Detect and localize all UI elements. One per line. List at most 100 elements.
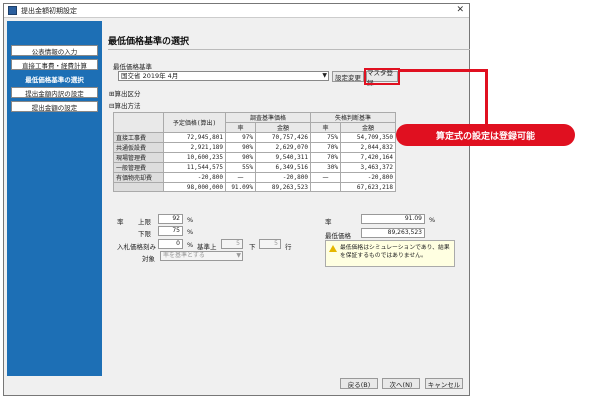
dialog-window: 提出金額初期設定 ✕ 公表情報の入力 直接工事費・経費計算 最低価格基準の選択 …	[3, 3, 470, 396]
row-name: 現場管理費	[113, 152, 164, 163]
total-loss-amount: 67,623,218	[340, 182, 396, 192]
total-loss-rate	[310, 182, 341, 192]
table-header-blank	[113, 112, 164, 133]
main-panel: 最低価格基準の選択 最低価格基準 国交省 2019年 4月 ▼ 設定変更 マスタ…	[105, 21, 470, 389]
cell-survey-amount: 9,540,311	[255, 152, 311, 163]
cell-survey-rate: 一	[225, 172, 256, 183]
sidebar-item-breakdown[interactable]: 提出金額内訳の設定	[11, 87, 98, 98]
lower-input[interactable]: 75	[158, 226, 183, 236]
rate-label: 率	[117, 218, 124, 226]
page-title: 最低価格基準の選択	[108, 37, 190, 47]
base-up-label: 基準上	[197, 243, 217, 251]
cell-survey-rate[interactable]: 90%	[225, 152, 256, 163]
upper-label: 上限	[138, 218, 151, 226]
base-down-input[interactable]: 5	[259, 239, 281, 249]
table-row: 一般管理費 11,544,575 55% 6,349,516 30% 3,463…	[113, 162, 396, 173]
table-header-amount: 金額	[340, 122, 396, 133]
total-survey-amount: 89,263,523	[255, 182, 311, 192]
bid-step-input[interactable]: 0	[158, 239, 183, 249]
bid-step-percent: %	[187, 241, 194, 249]
cell-survey-amount: 70,757,426	[255, 132, 311, 143]
lower-label: 下限	[138, 230, 151, 238]
cell-loss-rate[interactable]: 30%	[310, 162, 341, 173]
warning-box: 最低価格はシミュレーションであり、結果を保証するものではありません。	[325, 240, 455, 267]
table-total-row: 98,000,000 91.09% 89,263,523 67,623,218	[113, 182, 396, 192]
cell-survey-rate[interactable]: 97%	[225, 132, 256, 143]
cell-planned: 11,544,575	[163, 162, 226, 173]
table-header-planned: 予定価格(算出)	[163, 112, 226, 133]
total-planned: 98,000,000	[163, 182, 226, 192]
price-table: 予定価格(算出) 調査基準価格 失格判断基準 率 金額 率 金額 直接工事費 7…	[113, 112, 396, 192]
cell-planned: 2,921,189	[163, 142, 226, 153]
result-rate-value: 91.09	[361, 214, 425, 224]
base-down-label: 下	[249, 243, 256, 251]
table-header-rate: 率	[225, 122, 256, 133]
app-icon	[8, 6, 17, 15]
target-label: 対象	[142, 255, 155, 263]
total-name	[113, 182, 164, 192]
sidebar-item-direct-cost[interactable]: 直接工事費・経費計算	[11, 59, 98, 70]
row-name: 直接工事費	[113, 132, 164, 143]
chevron-down-icon: ▼	[322, 72, 327, 79]
close-icon[interactable]: ✕	[456, 5, 464, 15]
title-bar: 提出金額初期設定 ✕	[4, 4, 469, 18]
cell-survey-rate[interactable]: 55%	[225, 162, 256, 173]
tree-calc-category[interactable]: ⊞算出区分	[109, 88, 140, 98]
back-button[interactable]: 戻る(B)	[340, 378, 378, 389]
lower-percent: %	[187, 228, 194, 236]
cell-survey-amount: -20,800	[255, 172, 311, 183]
sidebar-item-amount[interactable]: 提出金額の設定	[11, 101, 98, 112]
sidebar-item-min-price[interactable]: 最低価格基準の選択	[11, 73, 98, 84]
cell-survey-rate[interactable]: 90%	[225, 142, 256, 153]
table-row: 現場管理費 10,600,235 90% 9,540,311 70% 7,420…	[113, 152, 396, 163]
result-rate-label: 率	[325, 218, 332, 226]
result-rate-percent: %	[429, 216, 436, 224]
sidebar: 公表情報の入力 直接工事費・経費計算 最低価格基準の選択 提出金額内訳の設定 提…	[7, 21, 102, 376]
cell-loss-rate[interactable]: 75%	[310, 132, 341, 143]
criterion-select[interactable]: 国交省 2019年 4月 ▼	[118, 71, 329, 81]
cell-loss-amount: 7,420,164	[340, 152, 396, 163]
table-header-amount: 金額	[255, 122, 311, 133]
upper-input[interactable]: 92	[158, 214, 183, 224]
cancel-button[interactable]: キャンセル	[425, 378, 463, 389]
cell-loss-amount: -20,800	[340, 172, 396, 183]
row-name: 共通仮設費	[113, 142, 164, 153]
table-row: 共通仮設費 2,921,189 90% 2,629,070 70% 2,044,…	[113, 142, 396, 153]
callout-connector-h	[398, 69, 488, 72]
settings-change-button[interactable]: 設定変更	[332, 71, 364, 82]
bid-step-label: 入札価格刻み	[117, 243, 156, 251]
cell-loss-amount: 3,463,372	[340, 162, 396, 173]
min-price-value: 89,263,523	[361, 228, 425, 238]
row-unit-label: 行	[285, 243, 292, 251]
cell-survey-amount: 6,349,516	[255, 162, 311, 173]
cell-survey-amount: 2,629,070	[255, 142, 311, 153]
warning-text: 最低価格はシミュレーションであり、結果を保証するものではありません。	[340, 245, 450, 259]
cell-loss-amount: 54,709,350	[340, 132, 396, 143]
criterion-label: 最低価格基準	[113, 63, 152, 71]
tree-calc-method[interactable]: ⊟算出方法	[109, 100, 140, 110]
min-price-label: 最低価格	[325, 232, 351, 240]
cell-loss-rate: 一	[310, 172, 341, 183]
cell-loss-amount: 2,044,832	[340, 142, 396, 153]
base-up-input[interactable]: 5	[221, 239, 243, 249]
cell-planned: 72,945,801	[163, 132, 226, 143]
next-button[interactable]: 次へ(N)	[382, 378, 420, 389]
sidebar-item-public-info[interactable]: 公表情報の入力	[11, 45, 98, 56]
table-header-survey: 調査基準価格	[225, 112, 311, 123]
upper-percent: %	[187, 216, 194, 224]
cell-loss-rate[interactable]: 70%	[310, 142, 341, 153]
table-header-loss: 失格判断基準	[310, 112, 396, 123]
total-survey-rate: 91.09%	[225, 182, 256, 192]
row-name: 一般管理費	[113, 162, 164, 173]
cell-loss-rate[interactable]: 70%	[310, 152, 341, 163]
callout-badge: 算定式の設定は登録可能	[396, 124, 575, 146]
cell-planned: -20,800	[163, 172, 226, 183]
target-select[interactable]: 率を基準とする ▼	[160, 251, 243, 261]
cell-planned: 10,600,235	[163, 152, 226, 163]
target-value: 率を基準とする	[163, 252, 205, 259]
chevron-down-icon: ▼	[236, 252, 241, 259]
table-row: 直接工事費 72,945,801 97% 70,757,426 75% 54,7…	[113, 132, 396, 143]
table-header-rate: 率	[310, 122, 341, 133]
window-title: 提出金額初期設定	[21, 6, 77, 15]
divider	[108, 49, 470, 50]
